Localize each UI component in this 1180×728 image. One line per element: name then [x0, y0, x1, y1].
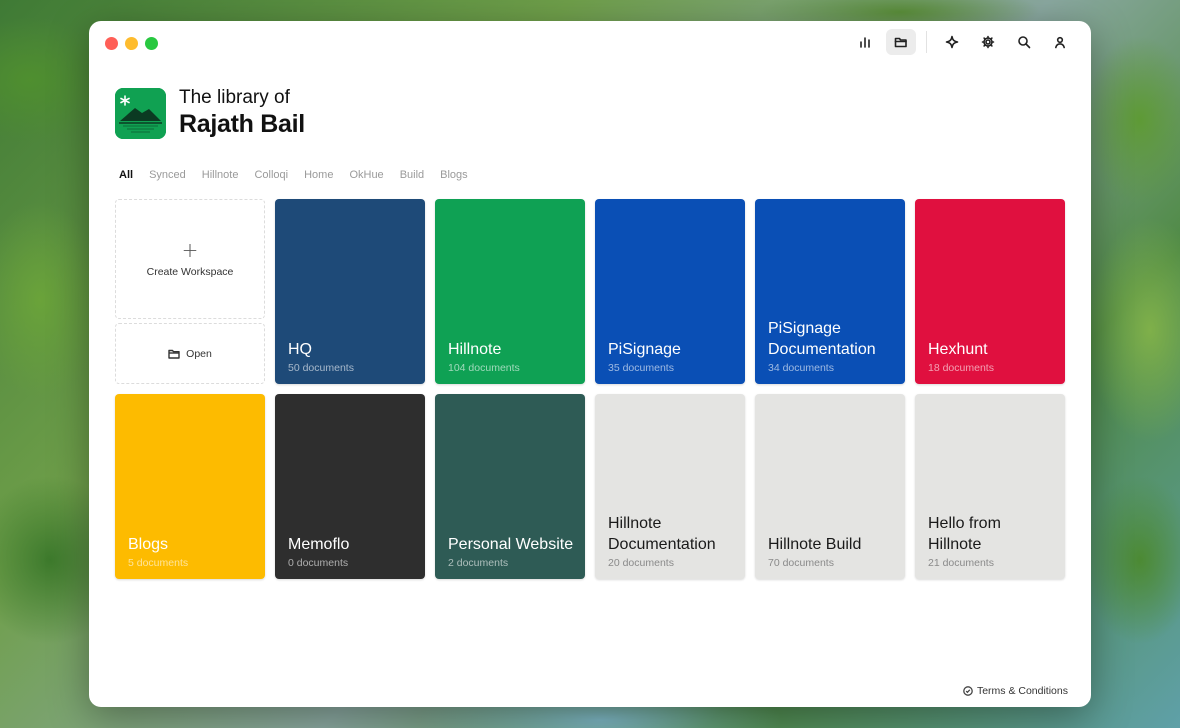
create-workspace-button[interactable]: + Create Workspace	[115, 199, 265, 319]
open-workspace-button[interactable]: Open	[115, 323, 265, 384]
workspace-name: Personal Website	[448, 536, 574, 553]
workspace-name: PiSignage Documentation	[768, 320, 876, 358]
tab-colloqi[interactable]: Colloqi	[254, 169, 288, 181]
mountain-logo-icon	[115, 87, 166, 139]
workspace-card[interactable]: Hillnote Documentation 20 documents	[595, 394, 745, 579]
workspace-document-count: 34 documents	[768, 362, 834, 374]
workspace-document-count: 18 documents	[928, 362, 994, 374]
workspace-document-count: 20 documents	[608, 557, 674, 569]
search-icon	[1018, 36, 1031, 49]
library-header: The library of Rajath Bail	[115, 87, 305, 139]
workspace-card[interactable]: Hillnote 104 documents	[435, 199, 585, 384]
tab-blogs[interactable]: Blogs	[440, 169, 468, 181]
ai-button[interactable]	[937, 29, 967, 55]
toolbar	[850, 29, 1075, 55]
tab-synced[interactable]: Synced	[149, 169, 186, 181]
workspace-card[interactable]: Hexhunt 18 documents	[915, 199, 1065, 384]
workspace-name: Hillnote Documentation	[608, 515, 716, 553]
workspace-document-count: 50 documents	[288, 362, 354, 374]
library-title-prefix: The library of	[179, 87, 290, 108]
workspace-document-count: 35 documents	[608, 362, 674, 374]
filter-tabs: All Synced Hillnote Colloqi Home OkHue Build Bl…	[119, 169, 484, 181]
app-logo	[115, 87, 166, 139]
workspace-name: Hello from Hillnote	[928, 515, 1001, 553]
workspace-name: Hillnote Build	[768, 536, 862, 553]
terms-link[interactable]: Terms & Conditions	[963, 685, 1068, 697]
workspace-card[interactable]: HQ 50 documents	[275, 199, 425, 384]
tab-home[interactable]: Home	[304, 169, 333, 181]
workspace-document-count: 70 documents	[768, 557, 834, 569]
workspace-card[interactable]: PiSignage 35 documents	[595, 199, 745, 384]
folder-open-icon	[894, 37, 907, 48]
workspace-name: Memoflo	[288, 536, 350, 553]
workspace-name: Blogs	[128, 536, 169, 553]
plus-icon: +	[181, 238, 199, 262]
analytics-button[interactable]	[850, 29, 880, 55]
workspace-name: Hillnote	[448, 341, 502, 358]
check-circle-icon	[963, 686, 973, 696]
workspace-document-count: 21 documents	[928, 557, 994, 569]
workspace-card[interactable]: Hello from Hillnote 21 documents	[915, 394, 1065, 579]
gear-icon	[981, 35, 995, 49]
workspace-card[interactable]: Hillnote Build 70 documents	[755, 394, 905, 579]
library-button[interactable]	[886, 29, 916, 55]
window-controls	[105, 37, 158, 50]
folder-icon	[168, 349, 180, 359]
close-window-button[interactable]	[105, 37, 118, 50]
workspace-name: PiSignage	[608, 341, 681, 358]
create-workspace-label: Create Workspace	[146, 266, 234, 278]
minimize-window-button[interactable]	[125, 37, 138, 50]
account-button[interactable]	[1045, 29, 1075, 55]
workspace-card[interactable]: Blogs 5 documents	[115, 394, 265, 579]
library-owner-name: Rajath Bail	[179, 110, 305, 138]
settings-button[interactable]	[973, 29, 1003, 55]
maximize-window-button[interactable]	[145, 37, 158, 50]
tab-all[interactable]: All	[119, 169, 133, 181]
workspace-card[interactable]: PiSignage Documentation 34 documents	[755, 199, 905, 384]
workspace-name: HQ	[288, 341, 312, 358]
search-button[interactable]	[1009, 29, 1039, 55]
library-title: The library of Rajath Bail	[179, 87, 305, 139]
tab-hillnote[interactable]: Hillnote	[202, 169, 239, 181]
terms-label: Terms & Conditions	[976, 685, 1068, 697]
workspace-document-count: 5 documents	[128, 557, 189, 569]
workspace-document-count: 2 documents	[448, 557, 509, 569]
user-icon	[1055, 36, 1065, 49]
workspace-card[interactable]: Memoflo 0 documents	[275, 394, 425, 579]
workspace-document-count: 104 documents	[448, 362, 520, 374]
chart-bar-icon	[860, 37, 870, 48]
toolbar-divider	[926, 31, 927, 53]
workspace-card[interactable]: Personal Website 2 documents	[435, 394, 585, 579]
open-workspace-label: Open	[186, 347, 212, 360]
tab-build[interactable]: Build	[400, 169, 424, 181]
app-window: The library of Rajath Bail All Synced Hill…	[89, 21, 1091, 707]
sparkle-icon	[945, 35, 959, 49]
tab-okhue[interactable]: OkHue	[349, 169, 383, 181]
workspace-name: Hexhunt	[928, 341, 988, 358]
workspace-document-count: 0 documents	[288, 557, 349, 569]
